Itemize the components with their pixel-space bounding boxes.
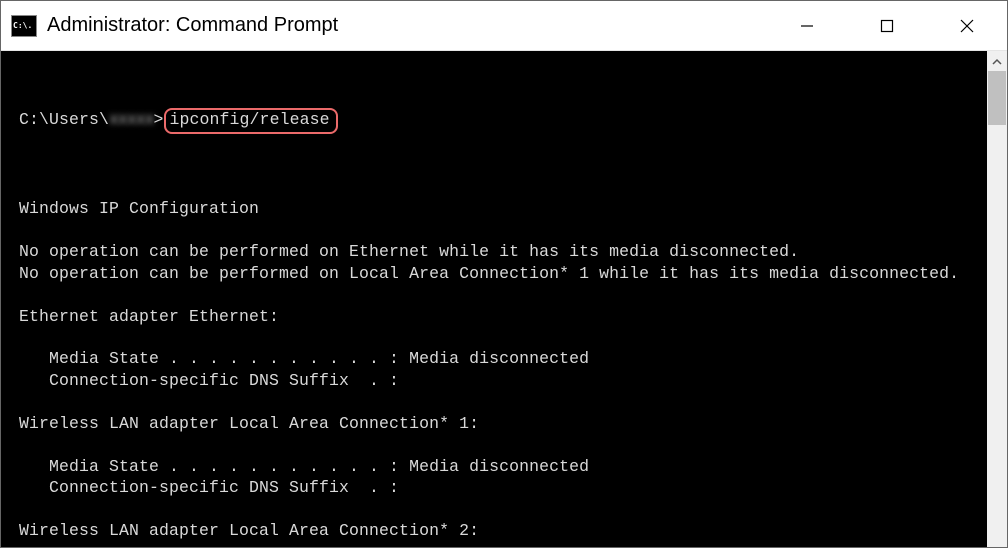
output-line — [19, 391, 985, 412]
close-button[interactable] — [927, 1, 1007, 50]
window-title: Administrator: Command Prompt — [47, 14, 338, 37]
titlebar: C:\. Administrator: Command Prompt — [1, 1, 1007, 51]
prompt-gt: > — [154, 110, 164, 129]
maximize-button[interactable] — [847, 1, 927, 50]
output-line: Ethernet adapter Ethernet: — [19, 306, 985, 327]
output-line: Wireless LAN adapter Local Area Connecti… — [19, 520, 985, 541]
output-line — [19, 541, 985, 547]
terminal-output[interactable]: C:\Users\xxxxx>ipconfig/release Windows … — [1, 51, 987, 547]
prompt-username: xxxxx — [109, 109, 154, 130]
output-line: No operation can be performed on Local A… — [19, 263, 985, 284]
output-line — [19, 498, 985, 519]
prompt-line: C:\Users\xxxxx>ipconfig/release — [19, 108, 985, 134]
vertical-scrollbar[interactable] — [987, 51, 1007, 547]
window-controls — [767, 1, 1007, 50]
output-line: Media State . . . . . . . . . . . : Medi… — [19, 456, 985, 477]
output-line: Connection-specific DNS Suffix . : — [19, 370, 985, 391]
output-line — [19, 284, 985, 305]
output-line — [19, 327, 985, 348]
scrollbar-thumb[interactable] — [988, 71, 1006, 125]
maximize-icon — [880, 19, 894, 33]
minimize-icon — [800, 19, 814, 33]
scroll-up-icon — [992, 57, 1002, 67]
output-line: Windows IP Configuration — [19, 198, 985, 219]
cmd-window: C:\. Administrator: Command Prompt C:\Us… — [0, 0, 1008, 548]
output-line: Wireless LAN adapter Local Area Connecti… — [19, 413, 985, 434]
output-line — [19, 220, 985, 241]
output-line: No operation can be performed on Etherne… — [19, 241, 985, 262]
output-line — [19, 177, 985, 198]
highlighted-command: ipconfig/release — [164, 108, 338, 134]
output-line: Media State . . . . . . . . . . . : Medi… — [19, 348, 985, 369]
content-area: C:\Users\xxxxx>ipconfig/release Windows … — [1, 51, 1007, 547]
close-icon — [960, 19, 974, 33]
prompt-path: C:\Users\ — [19, 110, 109, 129]
output-line — [19, 434, 985, 455]
minimize-button[interactable] — [767, 1, 847, 50]
cmd-icon: C:\. — [11, 15, 37, 37]
output-line: Connection-specific DNS Suffix . : — [19, 477, 985, 498]
